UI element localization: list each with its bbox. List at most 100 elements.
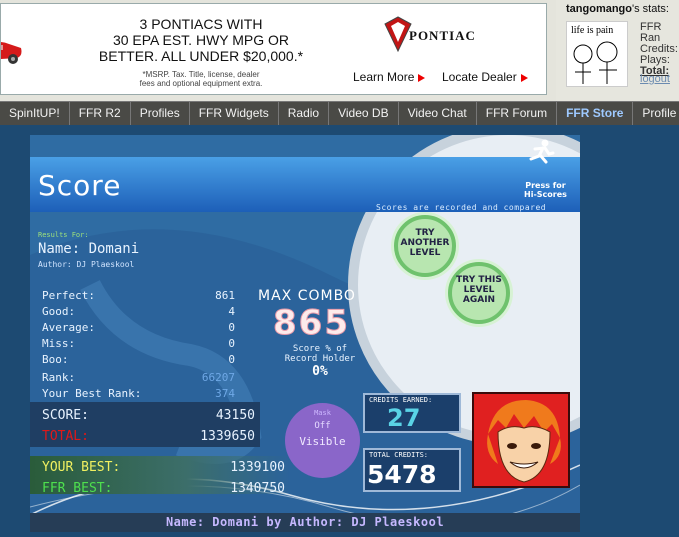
rank-value: 66207 — [201, 371, 235, 384]
total-value: 1339650 — [200, 429, 255, 444]
nav-item-radio[interactable]: Radio — [279, 102, 330, 125]
nav-item-video-chat[interactable]: Video Chat — [399, 102, 477, 125]
ad-fine-line: *MSRP. Tax. Title, license, dealer — [142, 70, 260, 79]
stat-value: 861 — [215, 289, 235, 302]
stat-value: 0 — [228, 353, 235, 366]
stats-title: tangomango's stats: — [566, 3, 669, 15]
best-rank-label: Your Best Rank: — [42, 387, 142, 400]
score-value: 43150 — [215, 408, 255, 423]
results-for-label: Results For: — [38, 231, 89, 239]
song-footer-text: Name: Domani by Author: DJ Plaeskool — [165, 515, 445, 529]
ad-headline-line: 3 PONTIACS WITH — [139, 16, 263, 32]
play-arrow-icon — [418, 73, 426, 82]
stats-title-suffix: 's stats: — [632, 3, 669, 15]
try-level-again-button[interactable]: TRY THIS LEVEL AGAIN — [448, 262, 510, 324]
try-again-line: AGAIN — [462, 295, 496, 305]
avatar[interactable]: life is pain — [566, 21, 628, 87]
nav-item-profile-settings[interactable]: Profile Settings — [633, 102, 679, 125]
song-footer-bar: Name: Domani by Author: DJ Plaeskool — [30, 513, 580, 532]
scores-recorded-note: Scores are recorded and compared — [376, 203, 547, 212]
play-arrow-icon — [520, 73, 528, 82]
try-again-line: TRY THIS — [456, 275, 502, 285]
song-author: Author: DJ Plaeskool — [38, 260, 135, 269]
score-label: SCORE: — [42, 408, 89, 423]
nav-item-ffr-store[interactable]: FFR Store — [557, 102, 634, 125]
nav-item-ffr-forum[interactable]: FFR Forum — [477, 102, 558, 125]
mask-visibility-toggle[interactable]: Mask Off Visible — [285, 403, 360, 478]
mask-off-option[interactable]: Off — [285, 421, 360, 431]
avatar-caption: life is pain — [571, 25, 614, 36]
stats-lines: FFR Ran Credits: Plays: Total: — [640, 22, 679, 77]
stat-value: 0 — [228, 337, 235, 350]
character-portrait — [472, 392, 570, 488]
press-for-line: Hi-Scores — [524, 190, 567, 199]
max-combo-value: 865 — [273, 303, 350, 344]
total-credits-label: TOTAL CREDITS: — [369, 451, 429, 459]
record-holder-percent: 0% — [312, 364, 328, 379]
stat-label: Boo: — [42, 353, 69, 366]
mask-visible-option[interactable]: Visible — [285, 435, 360, 448]
credits-earned-value: 27 — [387, 404, 421, 432]
learn-more-label: Learn More — [353, 70, 415, 84]
stat-label: Perfect: — [42, 289, 95, 302]
total-label: TOTAL: — [42, 429, 89, 444]
runner-icon[interactable] — [527, 139, 555, 165]
mask-label: Mask — [314, 409, 331, 417]
stat-value: 0 — [228, 321, 235, 334]
avatar-drawing-icon — [573, 41, 618, 84]
your-best-label: YOUR BEST: — [42, 460, 121, 475]
ad-fine-print: *MSRP. Tax. Title, license, dealer fees … — [96, 70, 306, 88]
main-nav: SpinItUP! FFR R2 Profiles FFR Widgets Ra… — [0, 101, 679, 125]
ad-headline-line: 30 EPA EST. HWY MPG OR — [112, 32, 290, 48]
top-bar: 3 PONTIACS WITH 30 EPA EST. HWY MPG OR B… — [0, 0, 679, 101]
learn-more-link[interactable]: Learn More — [353, 70, 426, 84]
stat-label: Average: — [42, 321, 95, 334]
locate-dealer-link[interactable]: Locate Dealer — [442, 70, 528, 84]
stats-line: FFR Ran — [640, 21, 662, 44]
max-combo-label: MAX COMBO — [258, 288, 356, 304]
nav-item-ffr-widgets[interactable]: FFR Widgets — [190, 102, 279, 125]
locate-dealer-label: Locate Dealer — [442, 70, 517, 84]
nav-item-profiles[interactable]: Profiles — [131, 102, 190, 125]
score-title: Score — [38, 169, 122, 202]
credits-earned-label: CREDITS EARNED: — [369, 396, 433, 404]
nav-item-video-db[interactable]: Video DB — [329, 102, 399, 125]
try-another-level-button[interactable]: TRY ANOTHER LEVEL — [394, 215, 456, 277]
ad-brand: PONTIAC — [409, 28, 476, 43]
pontiac-logo-icon — [384, 16, 412, 52]
pontiac-ad-banner[interactable]: 3 PONTIACS WITH 30 EPA EST. HWY MPG OR B… — [0, 3, 547, 95]
anime-face-icon — [474, 394, 568, 486]
red-car-image — [1, 42, 22, 64]
ffr-best-value: 1340750 — [230, 481, 285, 496]
stat-label: Rank: — [42, 371, 76, 384]
record-holder-caption: Score % of Record Holder — [275, 344, 365, 364]
total-credits-value: 5478 — [367, 460, 437, 489]
press-for-line: Press for — [525, 181, 566, 190]
try-again-line: LEVEL — [463, 285, 495, 295]
best-rank-value: 374 — [215, 387, 235, 400]
logout-link[interactable]: logout — [640, 73, 670, 85]
nav-item-ffr-r2[interactable]: FFR R2 — [70, 102, 131, 125]
press-for-hiscores-button[interactable]: Press for Hi-Scores — [524, 181, 567, 199]
ad-headline-line: BETTER. ALL UNDER $20,000.* — [98, 48, 304, 64]
record-holder-line: Score % of — [292, 344, 348, 354]
page: 3 PONTIACS WITH 30 EPA EST. HWY MPG OR B… — [0, 0, 679, 537]
try-another-line: LEVEL — [409, 248, 441, 258]
try-another-line: ANOTHER — [400, 238, 450, 248]
nav-item-spinitup[interactable]: SpinItUP! — [0, 102, 70, 125]
stat-value: 4 — [228, 305, 235, 318]
credits-earned-box: CREDITS EARNED: 27 — [363, 393, 461, 433]
ad-headline: 3 PONTIACS WITH 30 EPA EST. HWY MPG OR B… — [81, 16, 321, 64]
ad-fine-line: fees and optional equipment extra. — [139, 79, 263, 88]
record-holder-line: Record Holder — [284, 354, 356, 364]
song-name: Name: Domani — [38, 241, 140, 257]
try-another-line: TRY — [415, 228, 435, 238]
stat-label: Good: — [42, 305, 76, 318]
user-stats-panel: tangomango's stats: life is pain FFR Ran… — [556, 0, 679, 101]
ffr-best-label: FFR BEST: — [42, 481, 113, 496]
total-credits-box: TOTAL CREDITS: 5478 — [363, 448, 461, 492]
stats-username[interactable]: tangomango — [566, 3, 632, 15]
game-results-screen: Score Press for Hi-Scores Scores are rec… — [30, 135, 580, 532]
stat-label: Miss: — [42, 337, 76, 350]
your-best-value: 1339100 — [230, 460, 285, 475]
